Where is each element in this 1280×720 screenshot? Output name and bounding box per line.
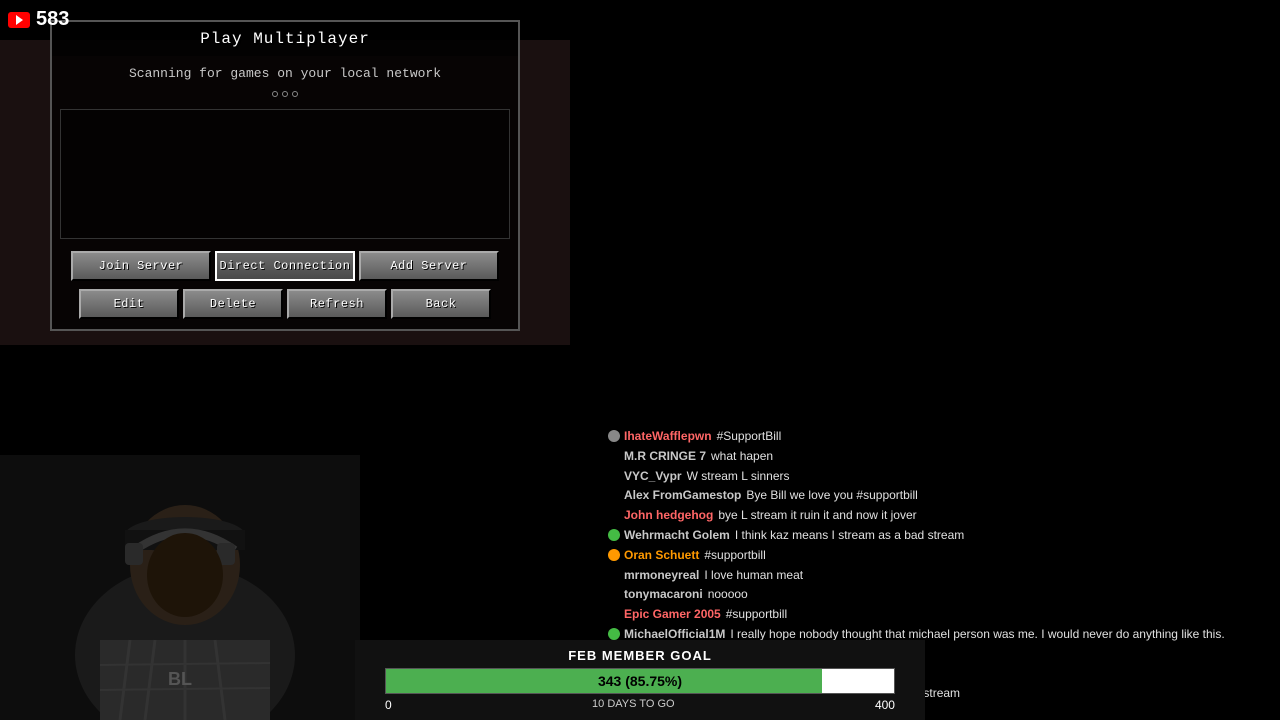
add-server-button[interactable]: Add Server: [359, 251, 499, 281]
goal-title: FEB MEMBER GOAL: [568, 648, 712, 663]
chat-text: #SupportBill: [717, 428, 1272, 445]
chat-badge-icon: [608, 628, 620, 640]
goal-bar-text: 343 (85.75%): [386, 669, 894, 693]
svg-text:BL: BL: [168, 669, 192, 689]
chat-username: Epic Gamer 2005: [624, 606, 721, 623]
youtube-icon: [8, 12, 30, 28]
chat-username: IhateWafflepwn: [624, 428, 712, 445]
chat-text: #supportbill: [726, 606, 1272, 623]
goal-label-right: 400: [875, 698, 895, 712]
chat-text: what hapen: [711, 448, 1272, 465]
goal-label-left: 0: [385, 698, 392, 712]
mc-title: Play Multiplayer: [52, 22, 518, 56]
goal-bar-container: 343 (85.75%): [385, 668, 895, 694]
chat-text: #supportbill: [704, 547, 1272, 564]
person-silhouette: BL: [0, 455, 360, 720]
webcam: BL: [0, 455, 360, 720]
edit-button[interactable]: Edit: [79, 289, 179, 319]
chat-message: M.R CRINGE 7 what hapen: [608, 448, 1272, 465]
goal-days-left: 10 DAYS TO GO: [592, 698, 675, 712]
mc-dots: [52, 91, 518, 105]
chat-message: mrmoneyreal I love human meat: [608, 567, 1272, 584]
mc-buttons-row1: Join Server Direct Connection Add Server: [52, 243, 518, 285]
chat-text: I think kaz means I stream as a bad stre…: [735, 527, 1272, 544]
mc-buttons-row2: Edit Delete Refresh Back: [52, 285, 518, 329]
refresh-button[interactable]: Refresh: [287, 289, 387, 319]
chat-username: Alex FromGamestop: [624, 487, 741, 504]
dot-1: [272, 91, 278, 97]
chat-username: M.R CRINGE 7: [624, 448, 706, 465]
chat-text: I love human meat: [704, 567, 1272, 584]
viewer-count: 583: [36, 8, 69, 31]
chat-message: Epic Gamer 2005 #supportbill: [608, 606, 1272, 623]
chat-message: John hedgehog bye L stream it ruin it and…: [608, 507, 1272, 524]
chat-text: nooooo: [708, 586, 1272, 603]
chat-message: tonymacaroni nooooo: [608, 586, 1272, 603]
chat-username: mrmoneyreal: [624, 567, 699, 584]
chat-text: Bye Bill we love you #supportbill: [746, 487, 1272, 504]
chat-message: Oran Schuett #supportbill: [608, 547, 1272, 564]
mc-scanning-text: Scanning for games on your local network: [52, 56, 518, 91]
direct-connection-button[interactable]: Direct Connection: [215, 251, 355, 281]
chat-username: Wehrmacht Golem: [624, 527, 730, 544]
mc-server-list: [60, 109, 510, 239]
chat-badge-icon: [608, 430, 620, 442]
stream-bar: 583: [8, 8, 69, 31]
chat-text: W stream L sinners: [687, 468, 1272, 485]
chat-badge-icon: [608, 549, 620, 561]
chat-message: VYC_Vypr W stream L sinners: [608, 468, 1272, 485]
goal-area: FEB MEMBER GOAL 343 (85.75%) 0 10 DAYS T…: [355, 640, 925, 720]
goal-labels: 0 10 DAYS TO GO 400: [385, 698, 895, 712]
join-server-button[interactable]: Join Server: [71, 251, 211, 281]
chat-text: bye L stream it ruin it and now it jover: [718, 507, 1272, 524]
chat-username: Oran Schuett: [624, 547, 699, 564]
chat-username: John hedgehog: [624, 507, 713, 524]
chat-message: Wehrmacht Golem I think kaz means I strea…: [608, 527, 1272, 544]
chat-username: tonymacaroni: [624, 586, 703, 603]
chat-message: IhateWafflepwn #SupportBill: [608, 428, 1272, 445]
dot-3: [292, 91, 298, 97]
chat-badge-icon: [608, 529, 620, 541]
delete-button[interactable]: Delete: [183, 289, 283, 319]
chat-message: Alex FromGamestop Bye Bill we love you #s…: [608, 487, 1272, 504]
dot-2: [282, 91, 288, 97]
minecraft-panel: Play Multiplayer Scanning for games on y…: [50, 20, 520, 331]
back-button[interactable]: Back: [391, 289, 491, 319]
chat-username: VYC_Vypr: [624, 468, 682, 485]
